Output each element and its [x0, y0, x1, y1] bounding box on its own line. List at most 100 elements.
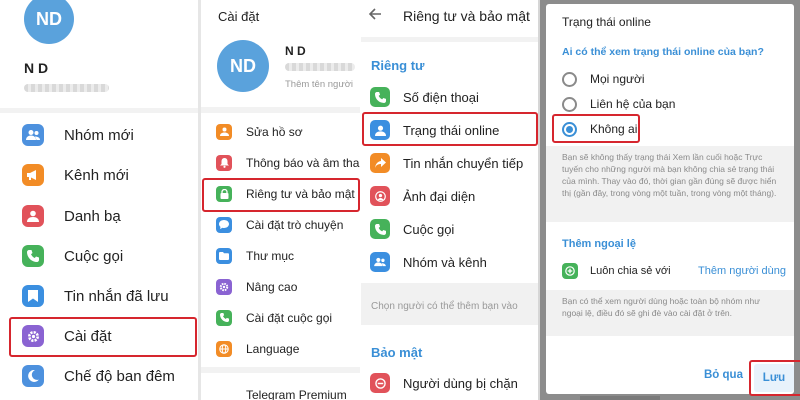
- profile-photo-icon: [370, 186, 390, 206]
- moon-icon: [22, 365, 44, 387]
- section-title-privacy: Riêng tư: [371, 58, 425, 73]
- advanced-icon: [216, 278, 232, 295]
- avatar[interactable]: ND: [217, 40, 269, 92]
- online-status-dialog-panel: Trạng thái online Ai có thể xem trạng th…: [540, 0, 800, 400]
- menu-item-calls[interactable]: Cuộc gọi: [0, 236, 198, 276]
- menu-item-folders[interactable]: Thư mục: [201, 240, 360, 271]
- divider: [201, 107, 360, 113]
- menu-item-label: Tin nhắn chuyển tiếp: [403, 155, 524, 171]
- groups-hint-text: Chọn người có thể thêm bạn vào: [371, 301, 518, 312]
- phone-icon: [370, 87, 390, 107]
- menu-item-label: Ảnh đại diện: [403, 188, 476, 204]
- menu-item-language[interactable]: Language: [201, 333, 360, 364]
- group-icon: [22, 124, 44, 146]
- always-share-label: Luôn chia sẻ với: [590, 265, 671, 277]
- menu-item-contacts[interactable]: Danh bạ: [0, 196, 198, 236]
- menu-item-label: Cài đặt cuộc gọi: [246, 310, 333, 325]
- divider: [361, 37, 539, 42]
- menu-item-night-mode[interactable]: Chế độ ban đêm: [0, 356, 198, 396]
- menu-item-chat-settings[interactable]: Cài đặt trò chuyện: [201, 209, 360, 240]
- info-text: Bạn sẽ không thấy trạng thái Xem lần cuố…: [546, 146, 794, 222]
- add-users-link[interactable]: Thêm người dùng: [698, 265, 786, 277]
- menu-item-label: Cuộc gọi: [64, 247, 124, 265]
- bell-icon: [216, 154, 232, 171]
- dialog-title: Trạng thái online: [562, 15, 651, 29]
- menu-item-groups-channels[interactable]: Nhóm và kênh: [361, 245, 539, 279]
- radio-button[interactable]: [562, 97, 577, 112]
- avatar[interactable]: ND: [24, 0, 74, 44]
- phone-icon: [370, 219, 390, 239]
- privacy-panel: Riêng tư và bảo mật Riêng tư Số điện tho…: [361, 0, 539, 400]
- settings-panel: Cài đặt ND N D Thêm tên người Sửa hồ sơ …: [201, 0, 360, 400]
- group-icon: [370, 252, 390, 272]
- dimmed-background-text: [580, 396, 660, 400]
- add-exception-icon: [562, 263, 578, 279]
- exceptions-title: Thêm ngoại lệ: [562, 238, 636, 250]
- menu-item-phone-number[interactable]: Số điện thoại: [361, 80, 539, 114]
- user-name: N D: [24, 60, 49, 76]
- highlight-box-privacy: [202, 178, 360, 212]
- save-button[interactable]: Lưu: [754, 364, 794, 392]
- section-title-security: Bảo mật: [371, 345, 423, 360]
- menu-item-call-settings[interactable]: Cài đặt cuộc gọi: [201, 302, 360, 333]
- megaphone-icon: [22, 164, 44, 186]
- menu-item-label: Cuộc gọi: [403, 221, 455, 237]
- menu-item-edit-profile[interactable]: Sửa hồ sơ: [201, 116, 360, 147]
- menu-item-profile-photo[interactable]: Ảnh đại diện: [361, 179, 539, 213]
- chat-bubble-icon: [216, 216, 232, 233]
- drawer-panel: ND N D Nhóm mới Kênh mới Danh bạ Cuộc gọ…: [0, 0, 198, 400]
- menu-item-notifications[interactable]: Thông báo và âm thanh: [201, 147, 360, 178]
- option-label: Mọi người: [590, 72, 645, 86]
- option-everyone[interactable]: Mọi người: [546, 66, 794, 92]
- groups-hint-box: Chọn người có thể thêm bạn vào: [361, 283, 539, 325]
- radio-button[interactable]: [562, 72, 577, 87]
- forward-icon: [370, 153, 390, 173]
- menu-item-label: Thư mục: [246, 248, 295, 263]
- menu-item-label: Chế độ ban đêm: [64, 367, 175, 385]
- always-share-row[interactable]: Luôn chia sẻ với Thêm người dùng: [546, 258, 794, 284]
- menu-item-label: Thông báo và âm thanh: [246, 155, 360, 170]
- phone-number-blurred: [24, 84, 109, 92]
- menu-item-label: Language: [246, 341, 300, 356]
- visibility-question: Ai có thể xem trạng thái online của bạn?: [562, 46, 764, 58]
- user-name: N D: [285, 44, 306, 58]
- menu-item-calls[interactable]: Cuộc gọi: [361, 212, 539, 246]
- menu-item-label: Cài đặt trò chuyện: [246, 217, 344, 232]
- divider: [0, 108, 198, 113]
- menu-item-label: Danh bạ: [64, 207, 121, 225]
- option-label: Liên hệ của bạn: [590, 97, 676, 111]
- menu-item-label: Nhóm và kênh: [403, 254, 487, 270]
- menu-item-blocked-users[interactable]: Người dùng bị chặn: [361, 366, 539, 400]
- contact-icon: [22, 205, 44, 227]
- menu-item-advanced[interactable]: Nâng cao: [201, 271, 360, 302]
- menu-item-new-group[interactable]: Nhóm mới: [0, 115, 198, 155]
- menu-item-label: Nâng cao: [246, 279, 298, 294]
- phone-number-blurred: [285, 63, 355, 71]
- add-username-hint[interactable]: Thêm tên người: [285, 79, 353, 90]
- highlight-box-online-status: [362, 112, 538, 146]
- phone-icon: [22, 245, 44, 267]
- menu-item-label: Số điện thoại: [403, 89, 479, 105]
- exceptions-note: Bạn có thể xem người dùng hoặc toàn bộ n…: [546, 290, 794, 336]
- menu-item-label: Nhóm mới: [64, 126, 134, 144]
- highlight-box-settings: [9, 317, 197, 357]
- menu-item-forwarded-messages[interactable]: Tin nhắn chuyển tiếp: [361, 146, 539, 180]
- menu-item-saved-messages[interactable]: Tin nhắn đã lưu: [0, 276, 198, 316]
- phone-icon: [216, 309, 232, 326]
- menu-item-label: Sửa hồ sơ: [246, 124, 303, 139]
- page-title: Riêng tư và bảo mật: [403, 8, 530, 24]
- online-status-dialog: Trạng thái online Ai có thể xem trạng th…: [546, 4, 800, 396]
- divider: [201, 367, 360, 373]
- menu-item-new-channel[interactable]: Kênh mới: [0, 155, 198, 195]
- edit-profile-icon: [216, 123, 232, 140]
- bookmark-icon: [22, 285, 44, 307]
- back-arrow-icon[interactable]: [367, 6, 383, 22]
- menu-item-label: Kênh mới: [64, 166, 129, 184]
- telegram-premium-item[interactable]: Telegram Premium: [246, 388, 347, 400]
- block-icon: [370, 373, 390, 393]
- globe-icon: [216, 340, 232, 357]
- menu-item-label: Tin nhắn đã lưu: [64, 287, 169, 305]
- highlight-box-nobody: [552, 114, 640, 143]
- menu-item-label: Người dùng bị chặn: [403, 375, 518, 391]
- skip-button[interactable]: Bỏ qua: [704, 369, 743, 381]
